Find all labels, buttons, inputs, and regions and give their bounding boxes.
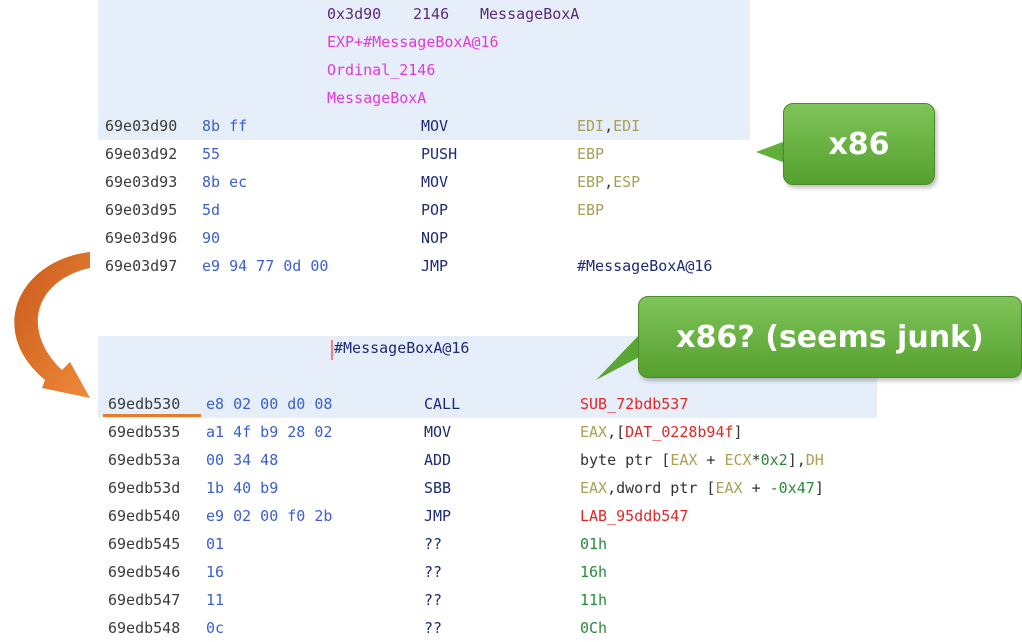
listing-bytes[interactable]: 5d [202, 196, 220, 224]
operand-part: EAX [715, 479, 743, 497]
operand-part: EBP [577, 145, 605, 163]
listing-bytes[interactable]: e9 94 77 0d 00 [202, 252, 328, 280]
operand-part: EAX [580, 423, 608, 441]
operand-part: ,[ [607, 423, 626, 441]
function-address: 0x3d90 [327, 5, 382, 23]
listing-address[interactable]: 69edb540 [108, 502, 180, 530]
operand-part: byte ptr [ [580, 451, 671, 469]
operand-part: EAX [670, 451, 698, 469]
listing-operands[interactable]: 11h [580, 586, 607, 614]
listing-operands[interactable]: EBP,ESP [577, 168, 640, 196]
listing-address[interactable]: 69e03d92 [105, 140, 177, 168]
listing-mnemonic[interactable]: ADD [424, 446, 451, 474]
listing-bytes[interactable]: 8b ff [202, 112, 247, 140]
listing-operands[interactable]: EBP [577, 196, 604, 224]
operand-part: + [697, 451, 725, 469]
callout-x86-text: x86 [828, 126, 890, 162]
operand-part: LAB_95ddb547 [580, 507, 689, 525]
listing-mnemonic[interactable]: ?? [424, 586, 442, 614]
function-label-export[interactable]: EXP+#MessageBoxA@16 [327, 28, 499, 56]
listing-address[interactable]: 69edb53d [108, 474, 180, 502]
listing-bytes[interactable]: 16 [206, 558, 224, 586]
operand-part: ECX [724, 451, 752, 469]
operand-part: * [751, 451, 761, 469]
operand-part: ] [733, 423, 743, 441]
jump-arrow-icon [14, 252, 90, 398]
listing-bytes[interactable]: 11 [206, 586, 224, 614]
operand-part: 11h [580, 591, 608, 609]
operand-part: #MessageBoxA@16 [577, 257, 713, 275]
listing-operands[interactable]: #MessageBoxA@16 [577, 252, 712, 280]
operand-part: SUB_72bdb537 [580, 395, 689, 413]
listing-mnemonic[interactable]: JMP [421, 252, 448, 280]
listing-mnemonic[interactable]: NOP [421, 224, 448, 252]
callout-x86: x86 [783, 103, 935, 185]
listing-mnemonic[interactable]: MOV [421, 112, 448, 140]
operand-part: ESP [613, 173, 641, 191]
listing-address[interactable]: 69e03d90 [105, 112, 177, 140]
listing-mnemonic[interactable]: ?? [424, 530, 442, 558]
operand-part: EBP [577, 173, 605, 191]
operand-part: + [742, 479, 770, 497]
listing-address[interactable]: 69e03d95 [105, 196, 177, 224]
operand-part: EAX [580, 479, 608, 497]
listing-bytes[interactable]: 55 [202, 140, 220, 168]
listing-address[interactable]: 69edb546 [108, 558, 180, 586]
listing-operands[interactable]: EDI,EDI [577, 112, 640, 140]
text-cursor [331, 340, 333, 360]
listing-address[interactable]: 69e03d93 [105, 168, 177, 196]
listing-address[interactable]: 69edb545 [108, 530, 180, 558]
callout-seems-junk-text: x86? (seems junk) [676, 319, 984, 355]
listing-operands[interactable]: LAB_95ddb547 [580, 502, 688, 530]
callout-seems-junk: x86? (seems junk) [638, 296, 1022, 378]
listing-mnemonic[interactable]: ?? [424, 558, 442, 586]
listing-bytes[interactable]: 8b ec [202, 168, 247, 196]
listing-address[interactable]: 69edb547 [108, 586, 180, 614]
operand-part: 0x2 [760, 451, 788, 469]
listing-bytes[interactable]: e8 02 00 d0 08 [206, 390, 332, 418]
block2-label[interactable]: #MessageBoxA@16 [334, 334, 469, 362]
operand-part: -0x47 [769, 479, 815, 497]
operand-part: DH [805, 451, 824, 469]
listing-mnemonic[interactable]: MOV [421, 168, 448, 196]
listing-mnemonic[interactable]: PUSH [421, 140, 457, 168]
listing-bytes[interactable]: 1b 40 b9 [206, 474, 278, 502]
operand-part: 16h [580, 563, 608, 581]
operand-part: , [604, 117, 614, 135]
listing-operands[interactable]: 16h [580, 558, 607, 586]
listing-operands[interactable]: EAX,dword ptr [EAX + -0x47] [580, 474, 824, 502]
listing-bytes[interactable]: a1 4f b9 28 02 [206, 418, 332, 446]
operand-part: ,dword ptr [ [607, 479, 716, 497]
operand-part: , [604, 173, 614, 191]
operand-part: ] [814, 479, 824, 497]
listing-mnemonic[interactable]: POP [421, 196, 448, 224]
function-name: MessageBoxA [480, 5, 580, 23]
listing-operands[interactable]: SUB_72bdb537 [580, 390, 688, 418]
function-label-ordinal[interactable]: Ordinal_2146 [327, 56, 435, 84]
operand-part: DAT_0228b94f [625, 423, 734, 441]
listing-bytes[interactable]: e9 02 00 f0 2b [206, 502, 332, 530]
listing-bytes[interactable]: 00 34 48 [206, 446, 278, 474]
operand-part: ], [787, 451, 806, 469]
operand-part: EDI [613, 117, 641, 135]
listing-mnemonic[interactable]: SBB [424, 474, 451, 502]
function-label-name[interactable]: MessageBoxA [327, 84, 426, 112]
listing-bytes[interactable]: 01 [206, 530, 224, 558]
operand-part: EBP [577, 201, 605, 219]
listing-operands[interactable]: byte ptr [EAX + ECX*0x2],DH [580, 446, 824, 474]
operand-part: EDI [577, 117, 605, 135]
function-ordinal: 2146 [413, 5, 450, 23]
listing-mnemonic[interactable]: CALL [424, 390, 460, 418]
listing-operands[interactable]: EAX,[DAT_0228b94f] [580, 418, 743, 446]
operand-part: 01h [580, 535, 608, 553]
operand-part: 0Ch [580, 619, 608, 637]
listing-operands[interactable]: EBP [577, 140, 604, 168]
listing-address[interactable]: 69edb53a [108, 446, 180, 474]
listing-mnemonic[interactable]: MOV [424, 418, 451, 446]
listing-operands[interactable]: 01h [580, 530, 607, 558]
listing-mnemonic[interactable]: JMP [424, 502, 451, 530]
listing-bytes[interactable]: 90 [202, 224, 220, 252]
